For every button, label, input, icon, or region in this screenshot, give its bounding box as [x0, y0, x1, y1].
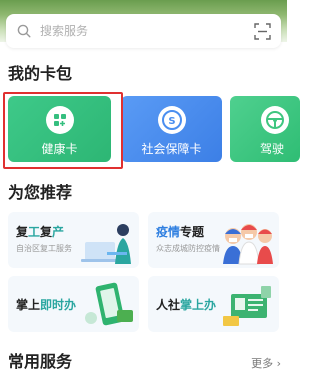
- search-icon: [17, 24, 31, 38]
- search-placeholder: 搜索服务: [40, 24, 89, 38]
- steering-wheel-icon: [261, 106, 289, 134]
- section-title-my-cards: 我的卡包: [8, 64, 73, 83]
- more-link[interactable]: 更多 ›: [251, 357, 281, 371]
- section-title-recommended: 为您推荐: [8, 183, 73, 202]
- rec-resume-work-title: 复工复产: [16, 225, 65, 239]
- rec-epidemic-topic[interactable]: 疫情专题 众志成城防控疫情: [148, 212, 279, 268]
- rec-hr-title: 人社掌上办: [156, 298, 217, 312]
- social-security-label: 社会保障卡: [141, 142, 202, 156]
- phone-illustration-icon: [85, 282, 133, 326]
- scan-icon[interactable]: [254, 23, 271, 40]
- medical-team-illustration-icon: [223, 224, 273, 265]
- search-bar[interactable]: 搜索服务: [6, 14, 281, 48]
- laptop-illustration-icon: [81, 224, 131, 264]
- rec-hr-mobile[interactable]: 人社掌上办: [148, 276, 279, 332]
- rec-epidemic-title: 疫情专题: [156, 225, 205, 239]
- section-title-common-services: 常用服务: [8, 352, 73, 371]
- rec-instant-title: 掌上即时办: [16, 298, 77, 312]
- driver-card[interactable]: 驾驶: [230, 96, 300, 162]
- social-security-icon: S: [158, 106, 186, 134]
- chevron-right-icon: ›: [276, 357, 281, 370]
- rec-instant-service[interactable]: 掌上即时办: [8, 276, 139, 332]
- id-card-illustration-icon: [223, 286, 271, 326]
- selection-highlight: [3, 92, 123, 169]
- driver-card-label: 驾驶: [260, 142, 285, 156]
- social-security-card[interactable]: S 社会保障卡: [121, 96, 222, 162]
- rec-resume-work[interactable]: 复工复产 自治区复工服务: [8, 212, 139, 268]
- svg-text:S: S: [168, 116, 175, 127]
- rec-epidemic-subtitle: 众志成城防控疫情: [156, 244, 220, 253]
- rec-resume-work-subtitle: 自治区复工服务: [16, 244, 72, 253]
